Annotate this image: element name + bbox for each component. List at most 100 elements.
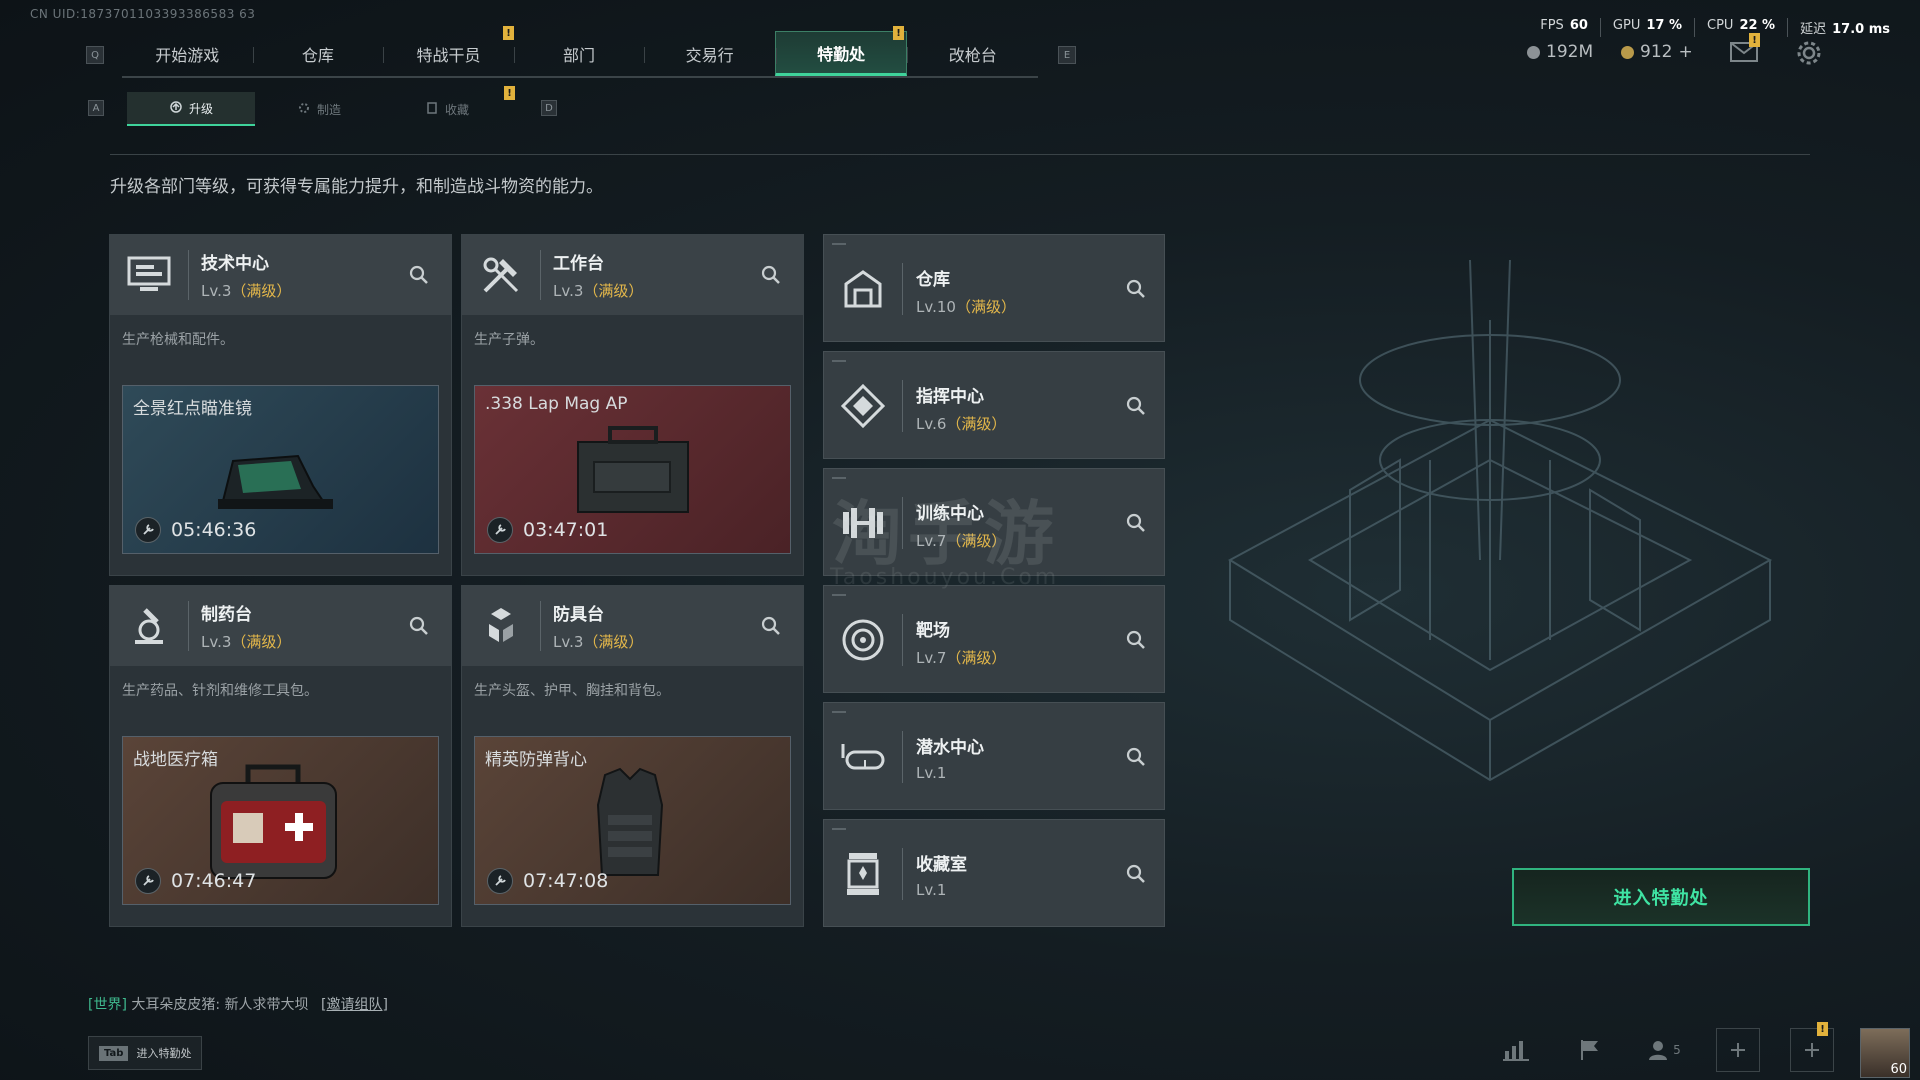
facility-name: 收藏室 xyxy=(916,855,967,875)
tab-gunsmith[interactable]: 改枪台 xyxy=(907,31,1038,76)
subtab-craft[interactable]: 制造 xyxy=(255,92,383,126)
craft-item-name: 全景红点瞄准镜 xyxy=(133,399,252,419)
facility-command-center[interactable]: 指挥中心 Lv.6（满级） xyxy=(823,351,1165,459)
tab-hint-label: 进入特勤处 xyxy=(136,1047,192,1060)
search-icon[interactable] xyxy=(757,261,785,289)
subnav-prev-key[interactable]: A xyxy=(88,100,104,116)
craft-slot[interactable]: 全景红点瞄准镜 05:46:36 xyxy=(122,385,439,554)
craft-timer: 05:46:36 xyxy=(135,517,256,543)
search-icon[interactable] xyxy=(757,612,785,640)
search-icon[interactable] xyxy=(1122,392,1150,420)
facility-level: Lv.7（满级） xyxy=(916,649,1007,667)
facility-blueprint-model xyxy=(1170,259,1810,824)
invite-team-link[interactable]: [邀请组队] xyxy=(321,997,388,1013)
dept-card-pharmacy[interactable]: 制药台 Lv.3（满级） 生产药品、针剂和维修工具包。 战地医疗箱 07:46:… xyxy=(109,585,452,927)
coin-icon xyxy=(1621,45,1634,59)
craft-slot[interactable]: 精英防弹背心 07:47:08 xyxy=(474,736,791,905)
chat-sender: 大耳朵皮皮猪: xyxy=(131,997,221,1013)
tab-key: Tab xyxy=(99,1045,129,1061)
flag-icon[interactable] xyxy=(1568,1028,1612,1072)
wrench-icon xyxy=(487,868,513,894)
search-icon[interactable] xyxy=(1122,275,1150,303)
money-icon xyxy=(1527,45,1540,59)
collection-alert-badge: ! xyxy=(504,86,515,100)
enter-special-ops-button[interactable]: 进入特勤处 xyxy=(1512,868,1810,926)
facility-shooting-range[interactable]: 靶场 Lv.7（满级） xyxy=(823,585,1165,693)
dept-description: 生产子弹。 xyxy=(474,332,544,348)
subtab-collection-label: 收藏 xyxy=(444,102,469,117)
subnav-next-key[interactable]: D xyxy=(541,100,557,116)
chat-line: [世界] 大耳朵皮皮猪: 新人求带大坝 [邀请组队] xyxy=(88,994,388,1014)
avatar[interactable]: 60 xyxy=(1860,1028,1910,1078)
craft-item-name: 精英防弹背心 xyxy=(485,750,587,770)
facility-diving-center[interactable]: 潜水中心 Lv.1 xyxy=(823,702,1165,810)
money-value: 192M xyxy=(1546,42,1594,62)
subtab-upgrade-label: 升级 xyxy=(188,101,213,116)
facility-collection-room[interactable]: 收藏室 Lv.1 xyxy=(823,819,1165,927)
craft-timer: 07:46:47 xyxy=(135,868,256,894)
craft-item-name: .338 Lap Mag AP xyxy=(485,394,628,414)
tab-key-hint[interactable]: Tab 进入特勤处 xyxy=(88,1036,203,1070)
facility-name: 指挥中心 xyxy=(916,387,984,407)
wrench-icon xyxy=(135,868,161,894)
tab-trade[interactable]: 交易行 xyxy=(644,31,775,76)
friends-button[interactable]: 5 xyxy=(1642,1028,1686,1072)
cubes-icon xyxy=(462,586,540,666)
add-teammate-button[interactable] xyxy=(1716,1028,1760,1072)
gear-icon[interactable] xyxy=(1796,40,1822,70)
tab-operators[interactable]: 特战干员 xyxy=(383,31,514,76)
target-icon xyxy=(824,586,902,694)
dept-card-armor-bench[interactable]: 防具台 Lv.3（满级） 生产头盔、护甲、胸挂和背包。 精英防弹背心 07:47… xyxy=(461,585,804,927)
dept-card-workbench[interactable]: 工作台 Lv.3（满级） 生产子弹。 .338 Lap Mag AP 03:47… xyxy=(461,234,804,576)
nav-prev-key[interactable]: Q xyxy=(86,46,104,64)
dept-level: Lv.3（满级） xyxy=(201,633,292,651)
facility-name: 靶场 xyxy=(916,621,950,641)
header-divider xyxy=(110,154,1810,155)
craft-slot[interactable]: 战地医疗箱 07:46:47 xyxy=(122,736,439,905)
stats-chart-icon[interactable] xyxy=(1494,1028,1538,1072)
facility-warehouse[interactable]: 仓库 Lv.10（满级） xyxy=(823,234,1165,342)
craft-timer: 07:47:08 xyxy=(487,868,608,894)
page-description: 升级各部门等级，可获得专属能力提升，和制造战斗物资的能力。 xyxy=(110,177,603,197)
tab-warehouse[interactable]: 仓库 xyxy=(252,31,384,76)
microscope-icon xyxy=(110,586,188,666)
coin-value: 912 xyxy=(1640,42,1673,62)
craft-icon xyxy=(297,101,311,118)
add-coins-button[interactable]: + xyxy=(1678,42,1692,62)
facility-name: 仓库 xyxy=(916,270,950,290)
display-case-icon xyxy=(824,820,902,928)
search-icon[interactable] xyxy=(1122,509,1150,537)
search-icon[interactable] xyxy=(1122,743,1150,771)
tab-special-ops[interactable]: 特勤处 xyxy=(774,31,908,76)
sub-nav: 升级 制造 收藏 xyxy=(127,92,512,126)
latency-stat: 延迟 17.0 ms xyxy=(1800,22,1890,37)
tab-department[interactable]: 部门 xyxy=(513,31,645,76)
dept-level: Lv.3（满级） xyxy=(553,282,644,300)
subtab-upgrade[interactable]: 升级 xyxy=(127,92,255,126)
search-icon[interactable] xyxy=(1122,626,1150,654)
computer-icon xyxy=(110,235,188,315)
facility-level: Lv.1 xyxy=(916,881,947,899)
red-dot-sight-image xyxy=(203,441,343,525)
nav-next-key[interactable]: E xyxy=(1058,46,1076,64)
search-icon[interactable] xyxy=(405,612,433,640)
cpu-stat: CPU 22 % xyxy=(1695,18,1789,37)
dept-name: 技术中心 xyxy=(201,254,269,274)
subtab-collection[interactable]: 收藏 xyxy=(383,92,511,126)
friends-count: 5 xyxy=(1673,1043,1681,1057)
upgrade-icon xyxy=(169,100,183,117)
search-icon[interactable] xyxy=(1122,860,1150,888)
wrench-icon xyxy=(135,517,161,543)
warehouse-icon xyxy=(824,235,902,343)
collection-icon xyxy=(425,101,439,118)
dept-name: 工作台 xyxy=(553,254,604,274)
tab-start-game[interactable]: 开始游戏 xyxy=(122,31,253,76)
special-ops-alert-badge: ! xyxy=(893,26,904,40)
facility-level: Lv.10（满级） xyxy=(916,298,1016,316)
dept-card-tech-center[interactable]: 技术中心 Lv.3（满级） 生产枪械和配件。 全景红点瞄准镜 05:46:36 xyxy=(109,234,452,576)
hammer-wrench-icon xyxy=(462,235,540,315)
ammo-box-image xyxy=(570,424,695,523)
craft-slot[interactable]: .338 Lap Mag AP 03:47:01 xyxy=(474,385,791,554)
bottom-toolbar: 5 xyxy=(1494,1028,1834,1072)
search-icon[interactable] xyxy=(405,261,433,289)
